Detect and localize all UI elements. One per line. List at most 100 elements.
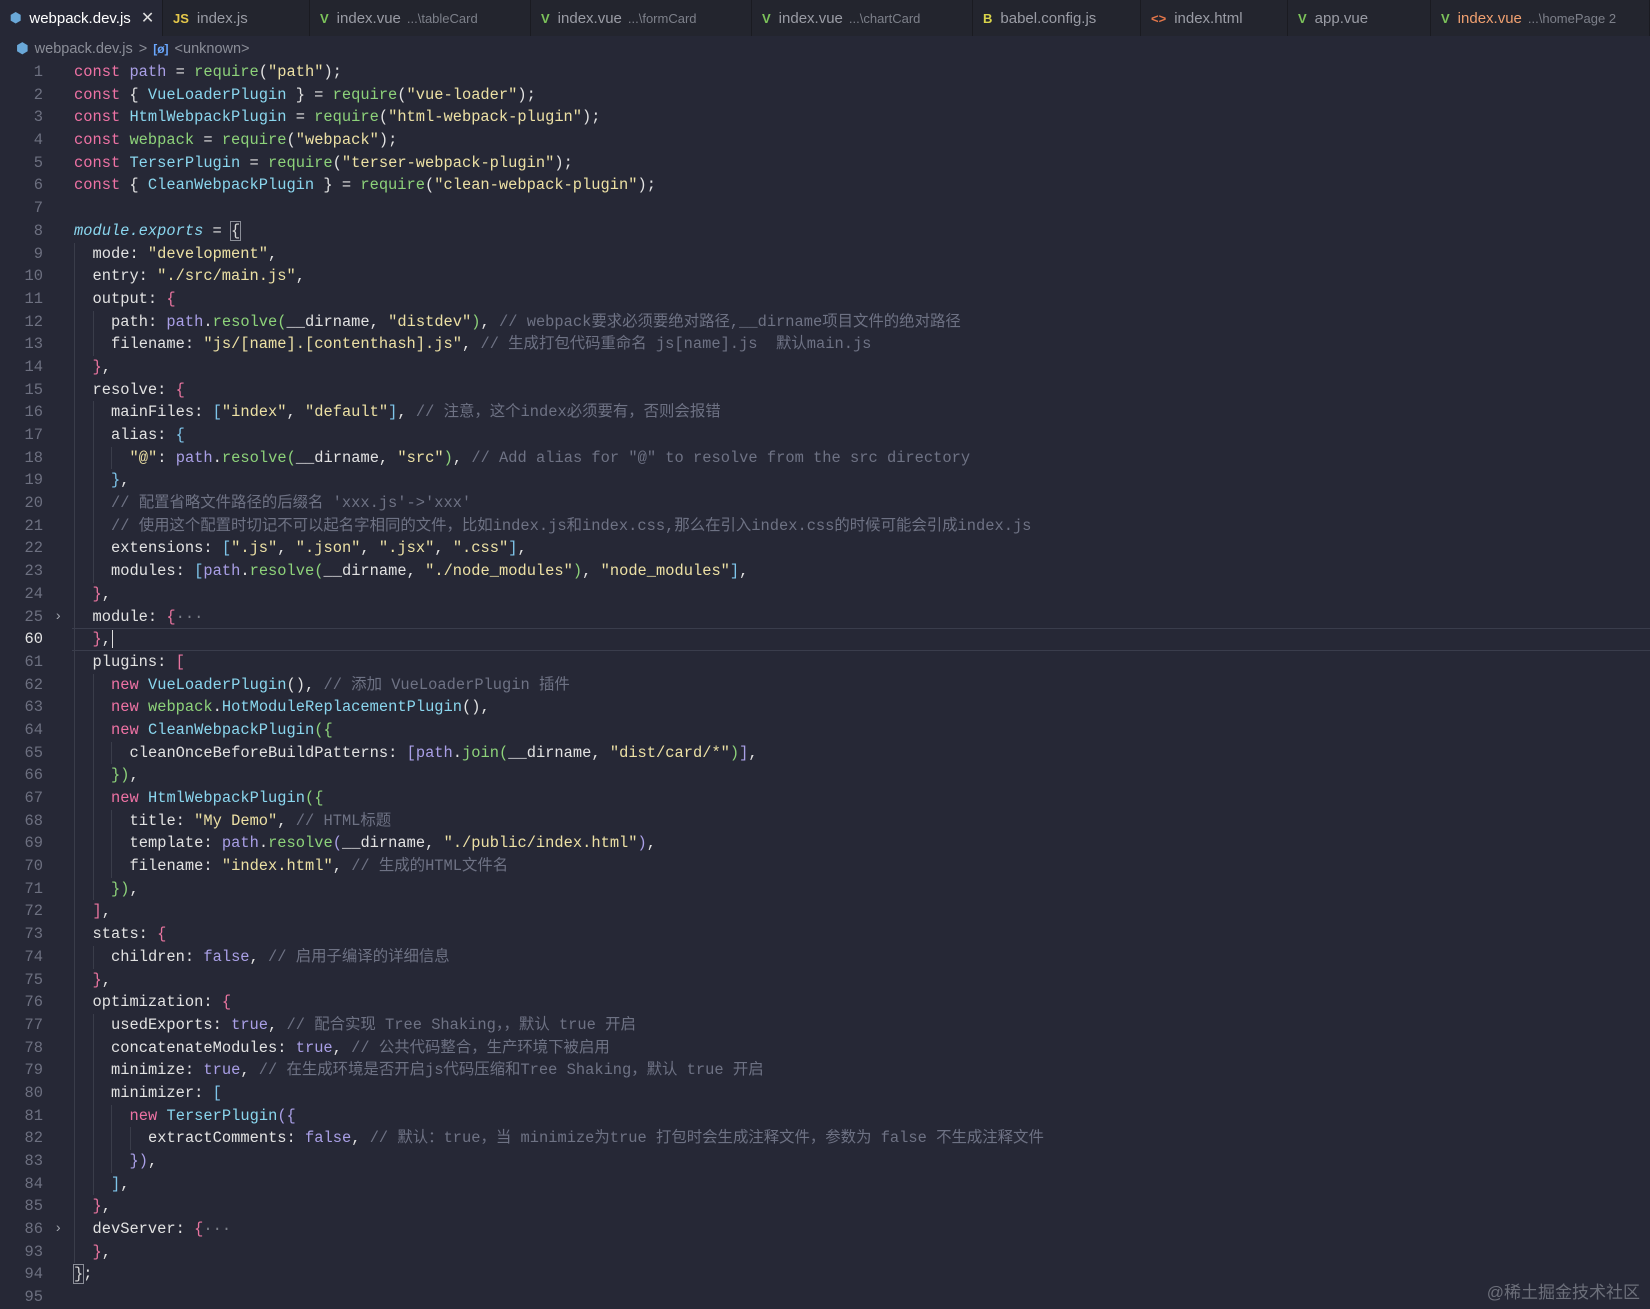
breadcrumb-file[interactable]: webpack.dev.js [35, 41, 133, 57]
code-line[interactable]: 13 filename: "js/[name].[contenthash].js"… [0, 333, 1650, 356]
code-line[interactable]: 80 minimizer: [ [0, 1081, 1650, 1105]
code-token: , [240, 1061, 259, 1080]
code-line[interactable]: 11 output: { [0, 287, 1650, 311]
code-line[interactable]: 76 optimization: { [0, 991, 1650, 1014]
tab-label: index.js [196, 9, 248, 27]
code-line[interactable]: 63 new webpack.HotModuleReplacementPlugin… [0, 696, 1650, 719]
code-line[interactable]: 68 title: "My Demo", // HTML标题 [0, 809, 1650, 833]
code-line[interactable]: 5 const TerserPlugin = require("terser-we… [0, 152, 1650, 175]
code-editor[interactable]: 1 const path = require("path"); 2 const { V… [0, 61, 1650, 1309]
tab-webpack-dev-js[interactable]: ⬢ webpack.dev.js ✕ [0, 0, 163, 36]
code-line[interactable]: 94}; [0, 1263, 1650, 1286]
code-line[interactable]: 74 children: false, // 启用子编译的详细信息 [0, 945, 1650, 969]
code-line[interactable]: 4 const webpack = require("webpack"); [0, 129, 1650, 152]
code-token: ) [729, 743, 740, 762]
code-line[interactable]: 20 // 配置省略文件路径的后缀名 'xxx.js'->'xxx' [0, 492, 1650, 515]
code-line[interactable]: 25 › module: {··· [0, 605, 1650, 629]
code-token: new [111, 698, 139, 717]
code-token: "html-webpack-plugin" [388, 108, 583, 127]
tab-index-html[interactable]: <> index.html [1141, 0, 1288, 36]
code-line[interactable]: 64 new CleanWebpackPlugin({ [0, 718, 1650, 742]
code-line[interactable]: 62 new VueLoaderPlugin(), // 添加 VueLoader… [0, 673, 1650, 697]
tab-babel-config-js[interactable]: Bbabel.config.js [973, 0, 1141, 36]
code-line[interactable]: 82 extractComments: false, // 默认：true，当 m… [0, 1127, 1650, 1150]
code-line[interactable]: 72], [0, 900, 1650, 924]
code-token: // 默认：true，当 minimize为true 打包时会生成注释文件，参数… [369, 1129, 1044, 1148]
code-line[interactable]: 85}, [0, 1195, 1650, 1219]
code-token: module.exports [74, 221, 204, 240]
tab-index-vue[interactable]: Vindex.vue ...\tableCard [310, 0, 531, 36]
code-line[interactable]: 65 cleanOnceBeforeBuildPatterns: [path.jo… [0, 741, 1650, 765]
code-token: , [129, 766, 139, 785]
tab-index-vue[interactable]: Vindex.vue ...\chartCard [752, 0, 973, 36]
code-line[interactable]: 75}, [0, 968, 1650, 992]
code-line[interactable]: 78 concatenateModules: true, // 公共代码整合，生产… [0, 1036, 1650, 1060]
code-line[interactable]: 60}, [25, 628, 1650, 652]
code-line[interactable]: 2 const { VueLoaderPlugin } = require("vu… [0, 84, 1650, 107]
code-line[interactable]: 9 mode: "development", [0, 242, 1650, 266]
close-icon[interactable]: ✕ [141, 8, 154, 28]
code-line[interactable]: 17 alias: { [0, 424, 1650, 447]
fold-chevron-icon[interactable]: › [54, 1218, 62, 1241]
code-text: stats: { [74, 923, 166, 946]
chevron-right-icon: > [138, 40, 148, 57]
code-line[interactable]: 3 const HtmlWebpackPlugin = require("html… [0, 106, 1650, 129]
code-token: // 使用这个配置时切记不可以起名字相同的文件，比如index.js和index… [111, 516, 1032, 535]
code-line[interactable]: 23 modules: [path.resolve(__dirname, "./n… [0, 560, 1650, 583]
code-line[interactable]: 84], [0, 1172, 1650, 1196]
code-token: CleanWebpackPlugin [147, 720, 315, 739]
code-token: minimize: [111, 1061, 204, 1080]
code-line[interactable]: 83}), [0, 1150, 1650, 1173]
tab-index-js[interactable]: JS index.js [163, 0, 310, 36]
breadcrumb-symbol[interactable]: <unknown> [175, 41, 250, 57]
indent-guide [74, 469, 93, 493]
code-line[interactable]: 61 plugins: [ [0, 650, 1650, 674]
code-line[interactable]: 24}, [0, 582, 1650, 606]
html-icon: <> [1151, 10, 1167, 26]
code-line[interactable]: 79 minimize: true, // 在生成环境是否开启js代码压缩和Tre… [0, 1059, 1650, 1082]
tab-app-vue[interactable]: Vapp.vue [1288, 0, 1431, 36]
code-line[interactable]: 95 [0, 1286, 1650, 1309]
indent-guide [111, 832, 130, 856]
code-token: const [74, 85, 121, 104]
code-line[interactable]: 15 resolve: { [0, 378, 1650, 402]
code-line[interactable]: 22 extensions: [".js", ".json", ".jsx", "… [0, 537, 1650, 561]
code-text: devServer: {··· [74, 1218, 231, 1241]
code-line[interactable]: 86 › devServer: {··· [0, 1218, 1650, 1241]
fold-chevron-icon[interactable]: › [54, 606, 62, 629]
code-text: ], [74, 1172, 130, 1196]
code-line[interactable]: 12 path: path.resolve(__dirname, "distdev… [0, 310, 1650, 334]
indent-guide [92, 333, 112, 356]
tab-index-vue[interactable]: Vindex.vue ...\formCard [531, 0, 752, 36]
code-line[interactable]: 66}), [0, 764, 1650, 787]
code-line[interactable]: 71}), [0, 877, 1650, 901]
code-line[interactable]: 8 module.exports = { [0, 220, 1650, 243]
code-line[interactable]: 69 template: path.resolve(__dirname, "./p… [0, 832, 1650, 856]
code-line[interactable]: 70 filename: "index.html", // 生成的HTML文件名 [0, 855, 1650, 878]
code-line[interactable]: 67 new HtmlWebpackPlugin({ [0, 787, 1650, 810]
code-line[interactable]: 93}, [0, 1240, 1650, 1264]
code-line[interactable]: 19}, [0, 469, 1650, 493]
code-token: devServer: [92, 1220, 195, 1239]
code-text: }, [74, 355, 111, 379]
line-number: 67 [24, 789, 43, 807]
code-line[interactable]: 14}, [0, 355, 1650, 379]
code-line[interactable]: 73 stats: { [0, 923, 1650, 946]
tab-index-vue[interactable]: Vindex.vue ...\homePage 2 [1431, 0, 1650, 36]
code-line[interactable]: 21 // 使用这个配置时切记不可以起名字相同的文件，比如index.js和ind… [0, 514, 1650, 538]
code-token: } [92, 1242, 102, 1261]
code-text: }, [74, 1240, 111, 1264]
code-token: alias: [111, 426, 176, 444]
code-line[interactable]: 77 usedExports: true, // 配合实现 Tree Shakin… [0, 1013, 1650, 1037]
code-token: VueLoaderPlugin [147, 85, 287, 104]
code-token: "node_modules" [600, 562, 730, 581]
code-line[interactable]: 1 const path = require("path"); [0, 61, 1650, 84]
code-line[interactable]: 16 mainFiles: ["index", "default"], // 注意… [0, 401, 1650, 424]
code-line[interactable]: 7 [0, 197, 1650, 220]
code-line[interactable]: 81 new TerserPlugin({ [0, 1104, 1650, 1128]
code-line[interactable]: 6 const { CleanWebpackPlugin } = require(… [0, 174, 1650, 197]
code-line[interactable]: 10 entry: "./src/main.js", [0, 265, 1650, 288]
code-line[interactable]: 18 "@": path.resolve(__dirname, "src"), /… [0, 446, 1650, 470]
code-text: plugins: [ [74, 650, 185, 674]
